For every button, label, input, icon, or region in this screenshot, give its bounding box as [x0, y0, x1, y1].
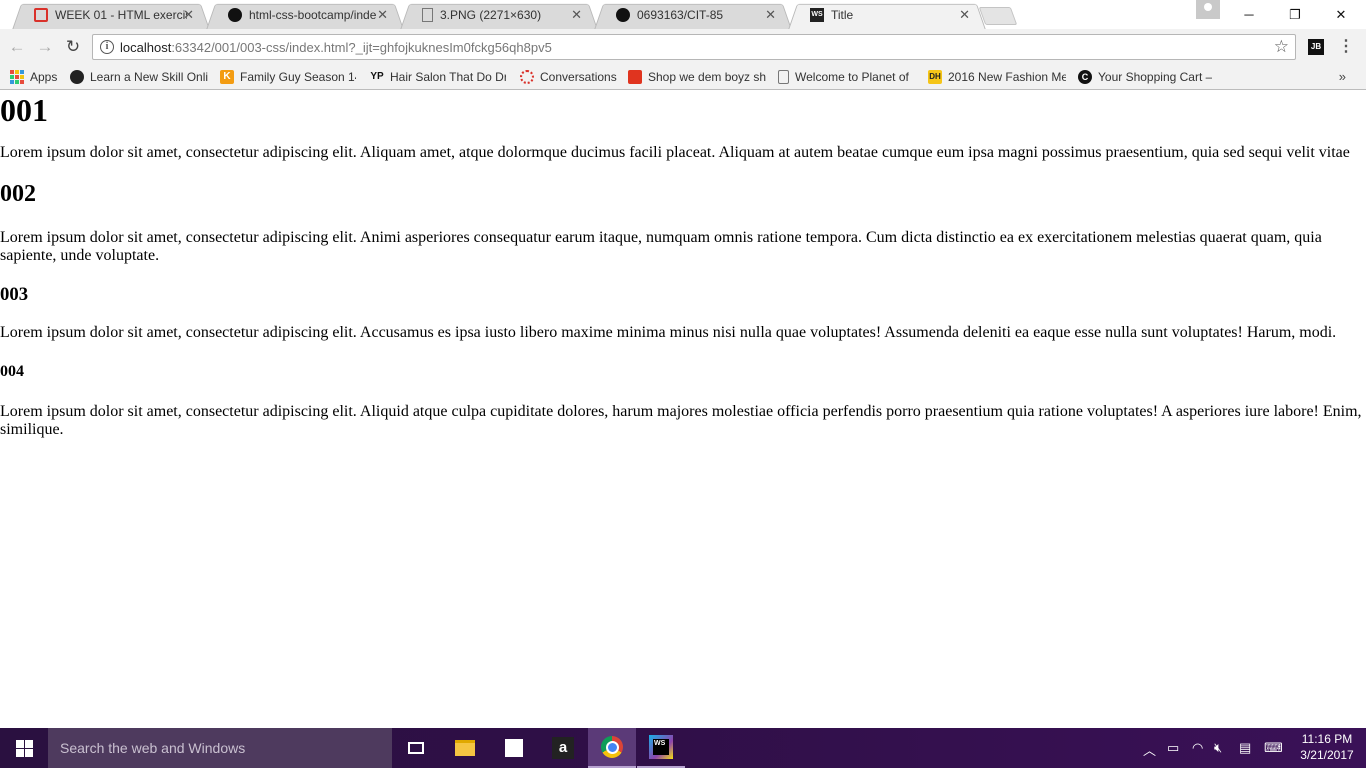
tab-title: 3.PNG (2271×630) — [440, 8, 542, 22]
heading-001: 001 — [0, 92, 48, 128]
bookmark-label: Apps — [30, 70, 58, 84]
taskbar: Search the web and Windows a WS ︿ ▭ ◠ 🔇︎… — [0, 728, 1366, 768]
menu-kebab-icon[interactable]: ⋮ — [1338, 37, 1354, 57]
heading-004: 004 — [0, 363, 24, 380]
page-content: 001 Lorem ipsum dolor sit amet, consecte… — [0, 90, 1366, 728]
windows-logo-icon — [15, 739, 33, 757]
system-clock[interactable]: 11:16 PM 3/21/2017 — [1296, 731, 1358, 763]
webstorm-taskbar-icon[interactable]: WS — [637, 728, 685, 768]
tab-cit85[interactable]: 0693163/CIT-85 ✕ — [594, 1, 792, 30]
page-icon — [778, 70, 789, 84]
bookmark-label: 2016 New Fashion Me — [948, 70, 1066, 84]
reload-button[interactable]: ↻ — [62, 36, 84, 58]
notifications-icon[interactable]: ▤ — [1239, 740, 1251, 756]
github-icon — [616, 8, 630, 22]
new-tab-button[interactable] — [978, 7, 1018, 25]
bookmark-label: Your Shopping Cart – — [1098, 70, 1213, 84]
file-explorer-icon[interactable] — [441, 728, 489, 768]
webstorm-icon: WS — [810, 8, 824, 22]
extension-jb-icon[interactable]: JB — [1308, 39, 1324, 55]
wifi-icon[interactable]: ◠ — [1192, 740, 1203, 756]
bookmark-label: Welcome to Planet of — [795, 70, 909, 84]
store-icon[interactable] — [490, 728, 538, 768]
bookmark-label: Conversations — [540, 70, 617, 84]
keyboard-icon[interactable]: ⌨ — [1264, 740, 1283, 756]
clock-date: 3/21/2017 — [1300, 748, 1354, 762]
search-placeholder: Search the web and Windows — [60, 740, 246, 756]
tab-3png[interactable]: 3.PNG (2271×630) ✕ — [400, 1, 598, 30]
amazon-icon[interactable]: a — [539, 728, 587, 768]
file-icon — [422, 8, 433, 22]
url-host: localhost — [120, 39, 172, 55]
ring-icon — [520, 70, 534, 84]
minimize-button[interactable]: ─ — [1226, 0, 1272, 29]
battery-icon[interactable]: ▭ — [1167, 740, 1179, 756]
paragraph-1: Lorem ipsum dolor sit amet, consectetur … — [0, 144, 1350, 161]
address-bar[interactable]: i localhost:63342/001/003-css/index.html… — [92, 34, 1296, 60]
bookmark-family-guy[interactable]: K Family Guy Season 14 — [220, 68, 356, 86]
bookmark-label: Shop we dem boyz sh — [648, 70, 766, 84]
profile-icon[interactable] — [1196, 0, 1220, 19]
volume-mute-icon[interactable]: 🔇︎ — [1214, 740, 1222, 756]
bookmark-fashion[interactable]: DH 2016 New Fashion Me — [928, 68, 1066, 86]
bookmarks-bar: Apps Learn a New Skill Onli K Family Guy… — [0, 64, 1366, 90]
tab-title: Title — [831, 8, 854, 22]
close-window-button[interactable]: ✕ — [1318, 0, 1364, 29]
tab-html-css-bootcamp[interactable]: html-css-bootcamp/inde ✕ — [206, 1, 404, 30]
paragraph-4: Lorem ipsum dolor sit amet, consectetur … — [0, 403, 1362, 438]
bookmark-star-icon[interactable]: ☆ — [1274, 37, 1289, 57]
restore-button[interactable]: ❐ — [1272, 0, 1318, 29]
taskbar-search[interactable]: Search the web and Windows — [48, 728, 392, 768]
bookmark-label: Family Guy Season 14 — [240, 70, 356, 84]
close-icon[interactable]: ✕ — [571, 7, 582, 23]
heading-002: 002 — [0, 181, 36, 207]
globe-icon — [70, 70, 84, 84]
github-icon — [228, 8, 242, 22]
k-icon: K — [220, 70, 234, 84]
close-icon[interactable]: ✕ — [765, 7, 776, 23]
bookmark-label: Learn a New Skill Onli — [90, 70, 208, 84]
bookmark-label: Hair Salon That Do Dr — [390, 70, 506, 84]
more-bookmarks-icon[interactable]: » — [1339, 69, 1346, 84]
bookmark-shop[interactable]: Shop we dem boyz sh — [628, 68, 766, 86]
tab-week01[interactable]: WEEK 01 - HTML exercise ✕ — [12, 1, 210, 30]
courseware-icon — [34, 8, 48, 22]
heading-003: 003 — [0, 284, 29, 305]
tab-strip: WEEK 01 - HTML exercise ✕ html-css-bootc… — [0, 0, 1366, 30]
bookmark-shopping-cart[interactable]: C Your Shopping Cart – — [1078, 68, 1216, 86]
chrome-icon[interactable] — [588, 728, 636, 768]
forward-button[interactable]: → — [34, 36, 56, 58]
task-view-icon[interactable] — [392, 728, 440, 768]
info-icon[interactable]: i — [100, 40, 114, 54]
show-hidden-icons-icon[interactable]: ︿ — [1143, 740, 1156, 759]
bookmark-learn-skill[interactable]: Learn a New Skill Onli — [70, 68, 208, 86]
shop-icon — [628, 70, 642, 84]
apps-grid-icon — [10, 70, 24, 84]
bookmark-conversations[interactable]: Conversations — [520, 68, 617, 86]
close-icon[interactable]: ✕ — [377, 7, 388, 23]
url-path: :63342/001/003-css/index.html?_ijt=ghfoj… — [171, 39, 552, 55]
bookmark-apps[interactable]: Apps — [10, 68, 57, 86]
start-button[interactable] — [0, 728, 48, 768]
tab-title: WEEK 01 - HTML exercise — [55, 8, 187, 22]
tab-title-active[interactable]: WS Title ✕ — [788, 1, 986, 30]
bookmark-hair-salon[interactable]: YP Hair Salon That Do Dr — [370, 68, 506, 86]
c-icon: C — [1078, 70, 1092, 84]
paragraph-3: Lorem ipsum dolor sit amet, consectetur … — [0, 324, 1337, 341]
back-button[interactable]: ← — [6, 36, 28, 58]
paragraph-2: Lorem ipsum dolor sit amet, consectetur … — [0, 229, 1322, 264]
tab-title: html-css-bootcamp/inde — [249, 8, 377, 22]
tab-title: 0693163/CIT-85 — [637, 8, 724, 22]
bookmark-planet[interactable]: Welcome to Planet of — [778, 68, 914, 86]
dh-icon: DH — [928, 70, 942, 84]
close-icon[interactable]: ✕ — [959, 7, 970, 23]
close-icon[interactable]: ✕ — [183, 7, 194, 23]
clock-time: 11:16 PM — [1301, 732, 1353, 746]
yp-icon: YP — [370, 71, 384, 82]
